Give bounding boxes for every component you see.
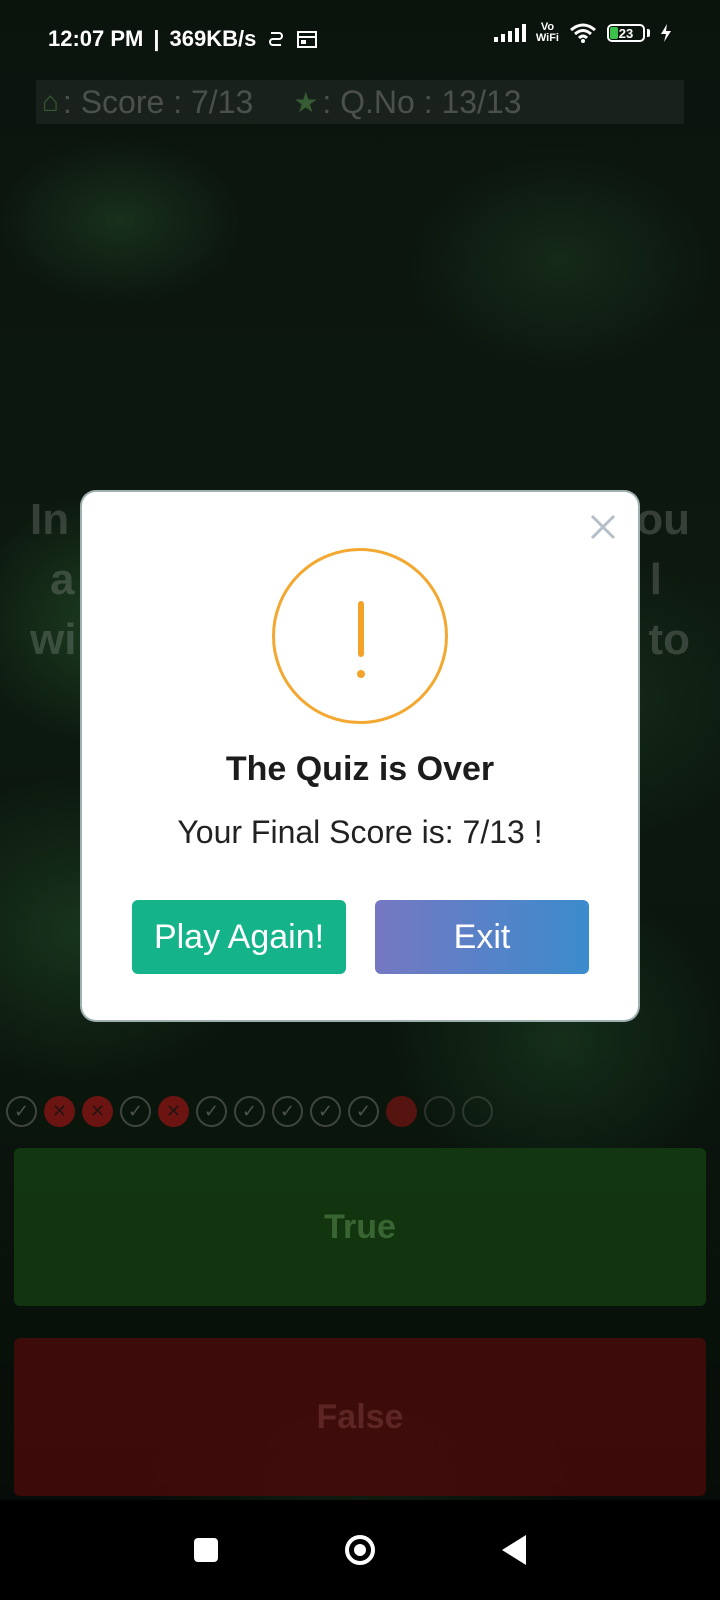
- wrong-answer-icon: ✕: [44, 1096, 75, 1127]
- back-button[interactable]: [502, 1535, 527, 1565]
- question-number-label: : Q.No : 13/13: [322, 83, 522, 120]
- final-score-message: Your Final Score is: 7/13 !: [177, 814, 543, 850]
- correct-answer-icon: ✓: [196, 1096, 227, 1127]
- battery-tip: [647, 29, 650, 37]
- wrong-answer-icon: ✕: [158, 1096, 189, 1127]
- battery-level: 23: [618, 25, 634, 41]
- exclamation-bar: [358, 601, 364, 657]
- pending-question-indicator: [462, 1096, 493, 1127]
- question-fragment: a: [50, 555, 75, 604]
- clock: 12:07 PM: [48, 26, 144, 51]
- false-button-label: False: [316, 1397, 404, 1436]
- battery-fill: [610, 27, 618, 39]
- quiz-over-dialog: The Quiz is Over Your Final Score is: 7/…: [82, 492, 638, 1020]
- question-fragment: wi: [30, 615, 77, 664]
- calendar-icon: [297, 31, 318, 48]
- home-button[interactable]: [344, 1535, 375, 1565]
- question-fragment: In: [30, 495, 70, 544]
- signal-icon: [493, 24, 526, 42]
- sync-icon: [269, 32, 284, 46]
- charging-icon: [661, 24, 671, 42]
- question-fragment: to: [648, 615, 690, 664]
- question-fragment: l: [649, 555, 662, 604]
- question-number-display: ★ : Q.No : 13/13: [287, 84, 521, 121]
- exit-button[interactable]: Exit: [375, 900, 589, 974]
- correct-answer-icon: ✓: [272, 1096, 303, 1127]
- true-button[interactable]: True: [14, 1148, 706, 1306]
- answer-progress-row: ✓ ✕ ✕ ✓ ✕ ✓ ✓ ✓ ✓ ✓: [6, 1096, 493, 1127]
- dialog-title: The Quiz is Over: [225, 750, 495, 788]
- screen: ⌂ : Score : 7/13 ★ : Q.No : 13/13 In ou …: [0, 0, 720, 1600]
- score-label: : Score : 7/13: [62, 83, 254, 120]
- status-separator: |: [153, 26, 160, 51]
- star-icon: ★: [293, 86, 319, 118]
- network-speed: 369KB/s: [169, 26, 257, 51]
- correct-answer-icon: ✓: [6, 1096, 37, 1127]
- wifi-icon: [570, 23, 596, 43]
- question-fragment: ou: [636, 495, 690, 544]
- status-left: 12:07 PM | 369KB/s: [48, 26, 318, 52]
- correct-answer-icon: ✓: [348, 1096, 379, 1127]
- exclamation-icon: [272, 548, 448, 724]
- correct-answer-icon: ✓: [310, 1096, 341, 1127]
- current-question-indicator: [386, 1096, 417, 1127]
- vowifi-bottom-label: WiFi: [535, 32, 559, 44]
- score-display: ⌂ : Score : 7/13: [36, 84, 253, 121]
- wrong-answer-icon: ✕: [82, 1096, 113, 1127]
- navigation-bar: [0, 1500, 720, 1600]
- true-button-label: True: [324, 1207, 396, 1246]
- correct-answer-icon: ✓: [234, 1096, 265, 1127]
- home-icon: ⌂: [42, 86, 59, 117]
- play-again-button[interactable]: Play Again!: [132, 900, 346, 974]
- exclamation-dot: [357, 670, 365, 678]
- status-bar: 12:07 PM | 369KB/s Vo WiFi 23: [0, 0, 720, 80]
- false-button[interactable]: False: [14, 1338, 706, 1496]
- correct-answer-icon: ✓: [120, 1096, 151, 1127]
- pending-question-indicator: [424, 1096, 455, 1127]
- status-right: Vo WiFi 23: [493, 22, 672, 44]
- score-bar: ⌂ : Score : 7/13 ★ : Q.No : 13/13: [36, 80, 684, 124]
- vowifi-icon: Vo WiFi: [536, 22, 559, 44]
- battery-icon: 23: [607, 24, 645, 42]
- recents-button[interactable]: [193, 1538, 218, 1562]
- close-icon[interactable]: [586, 510, 620, 544]
